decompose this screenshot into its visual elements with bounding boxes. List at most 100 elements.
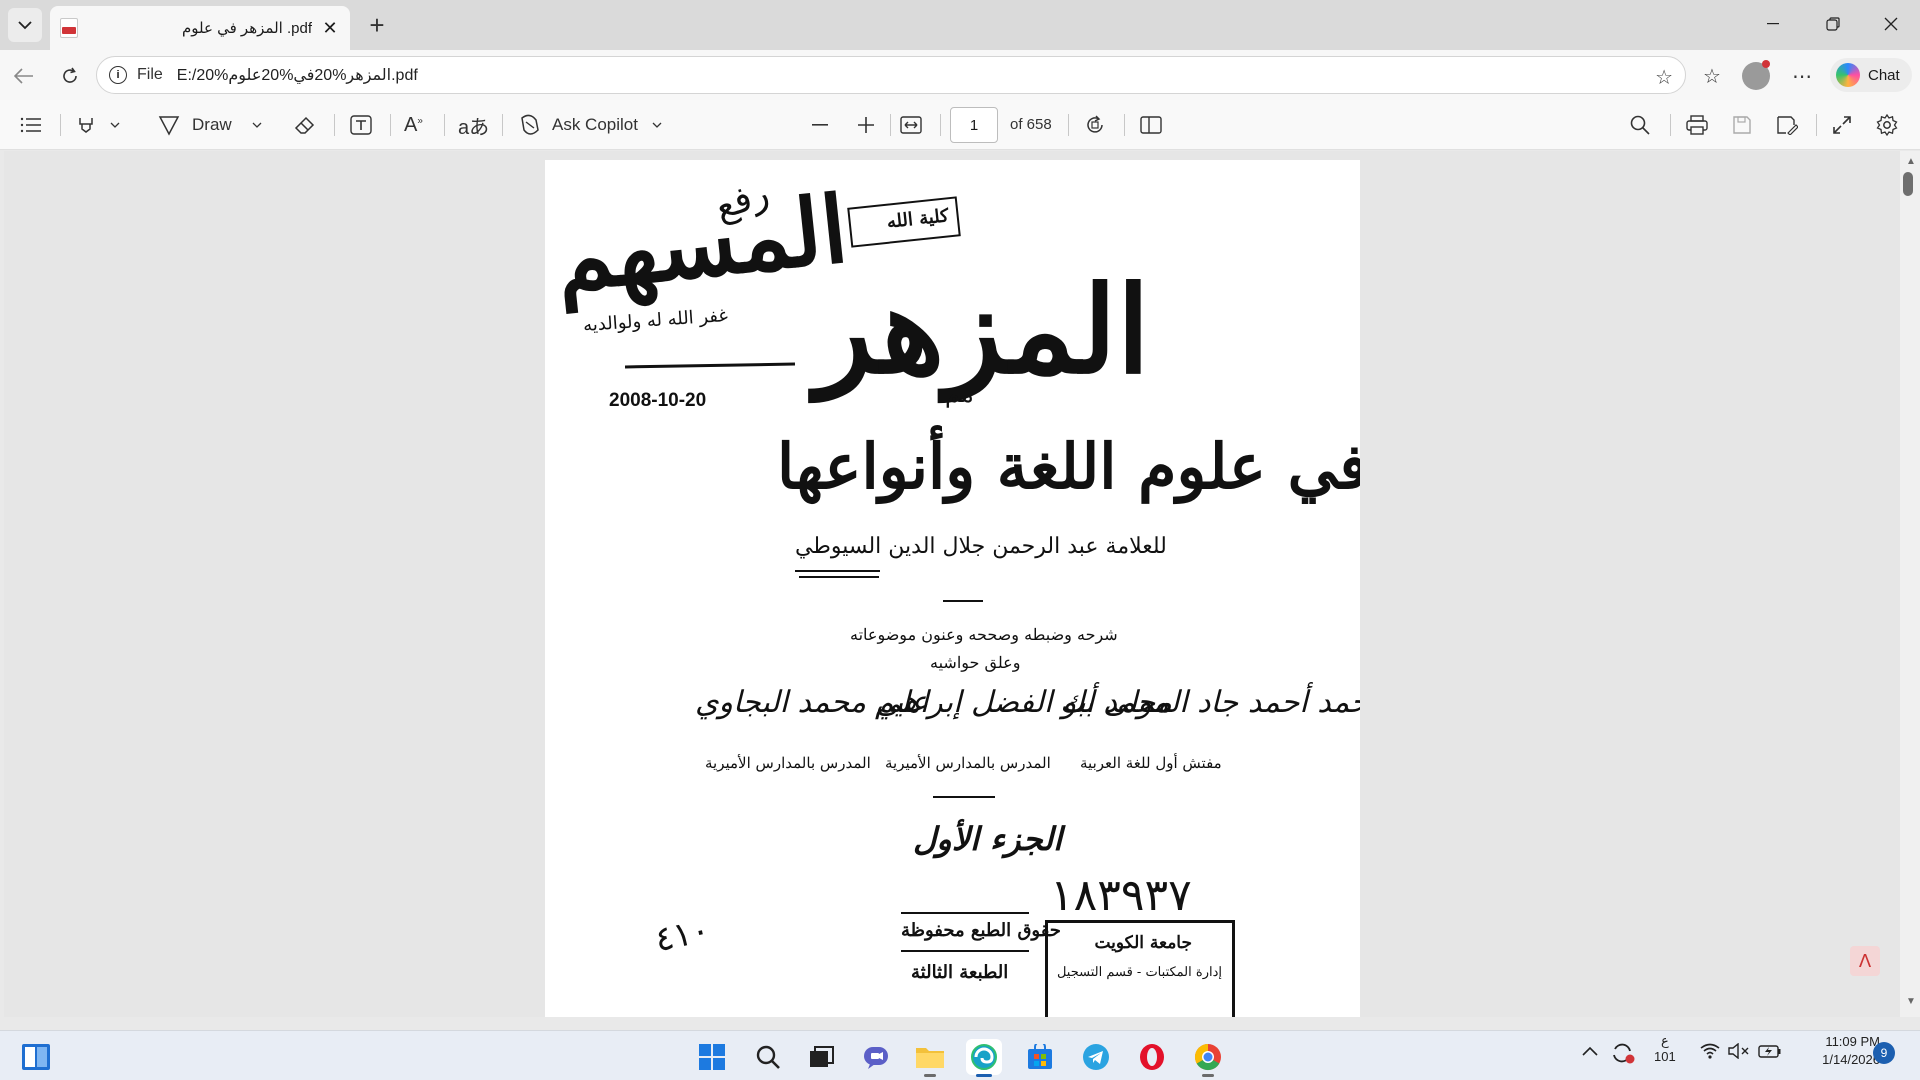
info-icon[interactable]: i	[109, 66, 127, 84]
toolbar-divider	[502, 114, 503, 136]
rotate-button[interactable]	[1084, 110, 1106, 140]
chrome-button[interactable]	[1190, 1039, 1226, 1077]
scroll-up-arrow[interactable]: ▲	[1906, 156, 1916, 167]
header-calligraphy-name: المسهم	[550, 175, 853, 313]
copilot-chat-button[interactable]: Chat	[1830, 58, 1912, 92]
close-tab-icon[interactable]: ✕	[320, 18, 340, 39]
page-number-input[interactable]: 1	[950, 107, 998, 143]
browser-tab[interactable]: المزهر في علوم .pdf ✕	[50, 6, 350, 50]
date-stamp: 2008-10-20	[609, 390, 707, 411]
rights-underline	[901, 950, 1029, 952]
add-text-button[interactable]	[350, 110, 372, 140]
highlight-button[interactable]	[76, 110, 120, 140]
draw-label: Draw	[192, 115, 232, 134]
read-aloud-button[interactable]: A»	[404, 110, 423, 140]
back-button[interactable]	[8, 60, 40, 92]
pdf-viewer[interactable]: رفع المسهم كلية الله غفر الله له ولوالدي…	[4, 151, 1900, 1017]
translate-button[interactable]: aあ	[458, 110, 489, 140]
vertical-scrollbar[interactable]	[1900, 151, 1920, 1017]
save-as-button[interactable]	[1776, 110, 1798, 140]
fullscreen-button[interactable]	[1832, 110, 1852, 140]
search-button[interactable]	[1630, 110, 1650, 140]
fit-to-width-button[interactable]	[900, 110, 922, 140]
volume-button[interactable]	[1728, 1042, 1750, 1062]
toolbar-divider	[444, 114, 445, 136]
edition-text: الطبعة الثالثة	[911, 962, 1009, 983]
new-tab-button[interactable]: +	[362, 10, 392, 40]
teams-button[interactable]	[858, 1039, 894, 1075]
pdf-page: رفع المسهم كلية الله غفر الله له ولوالدي…	[545, 160, 1360, 1017]
scrollbar-thumb[interactable]	[1903, 172, 1913, 196]
sync-status-button[interactable]	[1610, 1041, 1636, 1068]
print-button[interactable]	[1686, 110, 1708, 140]
page-view-button[interactable]	[1140, 110, 1162, 140]
favorite-star-icon[interactable]: ☆	[1655, 65, 1673, 90]
close-icon	[1884, 17, 1898, 31]
active-indicator	[976, 1074, 992, 1077]
refresh-icon	[63, 67, 77, 83]
battery-button[interactable]	[1758, 1043, 1782, 1062]
header-underline	[624, 362, 796, 369]
editor-name: علي محمد البجاوي	[695, 685, 929, 720]
erase-button[interactable]	[294, 110, 316, 140]
book-subtitle: في علوم اللغة وأنواعها	[777, 430, 1360, 503]
system-clock[interactable]: 11:09 PM 1/14/2026	[1800, 1033, 1880, 1069]
battery-charging-icon	[1758, 1045, 1781, 1058]
clock-date: 1/14/2026	[1822, 1052, 1880, 1067]
telegram-button[interactable]	[1078, 1039, 1114, 1075]
header-prayer-text: غفر الله له ولوالديه	[582, 304, 729, 337]
copilot-icon	[521, 114, 539, 135]
zoom-out-button[interactable]	[812, 110, 828, 140]
contents-button[interactable]	[20, 110, 42, 140]
toolbar-divider	[390, 114, 391, 136]
section-divider	[943, 600, 983, 602]
expand-icon	[1833, 116, 1851, 134]
keyboard-layout-code: 101	[1654, 1049, 1676, 1064]
show-hidden-icons-button[interactable]	[1582, 1043, 1598, 1059]
library-stamp: جامعة الكويت إدارة المكتبات - قسم التسجي…	[1045, 920, 1235, 1017]
search-taskbar-button[interactable]	[750, 1039, 786, 1075]
refresh-button[interactable]	[54, 60, 86, 92]
eraser-icon	[294, 116, 315, 134]
scroll-down-arrow[interactable]: ▼	[1906, 996, 1916, 1007]
acrobat-icon[interactable]: ⴷ	[1850, 946, 1880, 976]
draw-button[interactable]: Draw	[158, 110, 262, 140]
fit-width-icon	[900, 116, 922, 134]
edge-taskbar-button[interactable]	[966, 1039, 1002, 1077]
pdf-toolbar: Draw A» aあ Ask Copilot 1 of 658	[0, 100, 1920, 150]
notification-badge[interactable]: 9	[1873, 1042, 1895, 1064]
address-url[interactable]: E:/المزهر%20في%20علوم%20.pdf	[177, 65, 418, 85]
network-button[interactable]	[1700, 1043, 1720, 1062]
favorites-button[interactable]: ☆	[1696, 60, 1728, 92]
draw-pen-icon	[158, 116, 180, 136]
settings-button[interactable]	[1876, 110, 1898, 140]
file-explorer-button[interactable]	[912, 1039, 948, 1077]
minimize-icon	[1767, 23, 1779, 25]
keyboard-language-button[interactable]: ع 101	[1654, 1033, 1676, 1065]
opera-button[interactable]	[1134, 1039, 1170, 1075]
minimize-button[interactable]	[1744, 0, 1802, 48]
chevron-down-icon[interactable]	[110, 122, 120, 128]
book-title: المزهر	[815, 260, 1150, 401]
chevron-down-icon[interactable]	[252, 122, 262, 128]
start-button[interactable]	[694, 1039, 730, 1075]
widgets-button[interactable]	[18, 1039, 54, 1075]
tab-actions-menu[interactable]	[8, 8, 42, 42]
task-view-button[interactable]	[804, 1039, 840, 1075]
store-button[interactable]	[1022, 1039, 1058, 1075]
restore-button[interactable]	[1804, 0, 1862, 48]
close-window-button[interactable]	[1862, 0, 1920, 48]
copilot-logo-icon	[1836, 63, 1860, 87]
running-indicator	[1202, 1074, 1214, 1077]
chevron-up-icon	[1582, 1046, 1598, 1056]
save-button[interactable]	[1732, 110, 1752, 140]
rights-text: حقوق الطبع محفوظة	[901, 920, 1061, 941]
address-bar[interactable]: i File E:/المزهر%20في%20علوم%20.pdf ☆	[96, 56, 1686, 94]
zoom-in-button[interactable]	[858, 110, 874, 140]
handwritten-note: ٤١٠	[651, 909, 714, 961]
more-options-button[interactable]: ⋯	[1786, 60, 1818, 92]
ask-copilot-button[interactable]: Ask Copilot	[518, 110, 662, 140]
chevron-down-icon[interactable]	[652, 122, 662, 128]
library-stamp-title: جامعة الكويت	[1094, 933, 1192, 953]
page-total-label: of 658	[1010, 116, 1052, 133]
